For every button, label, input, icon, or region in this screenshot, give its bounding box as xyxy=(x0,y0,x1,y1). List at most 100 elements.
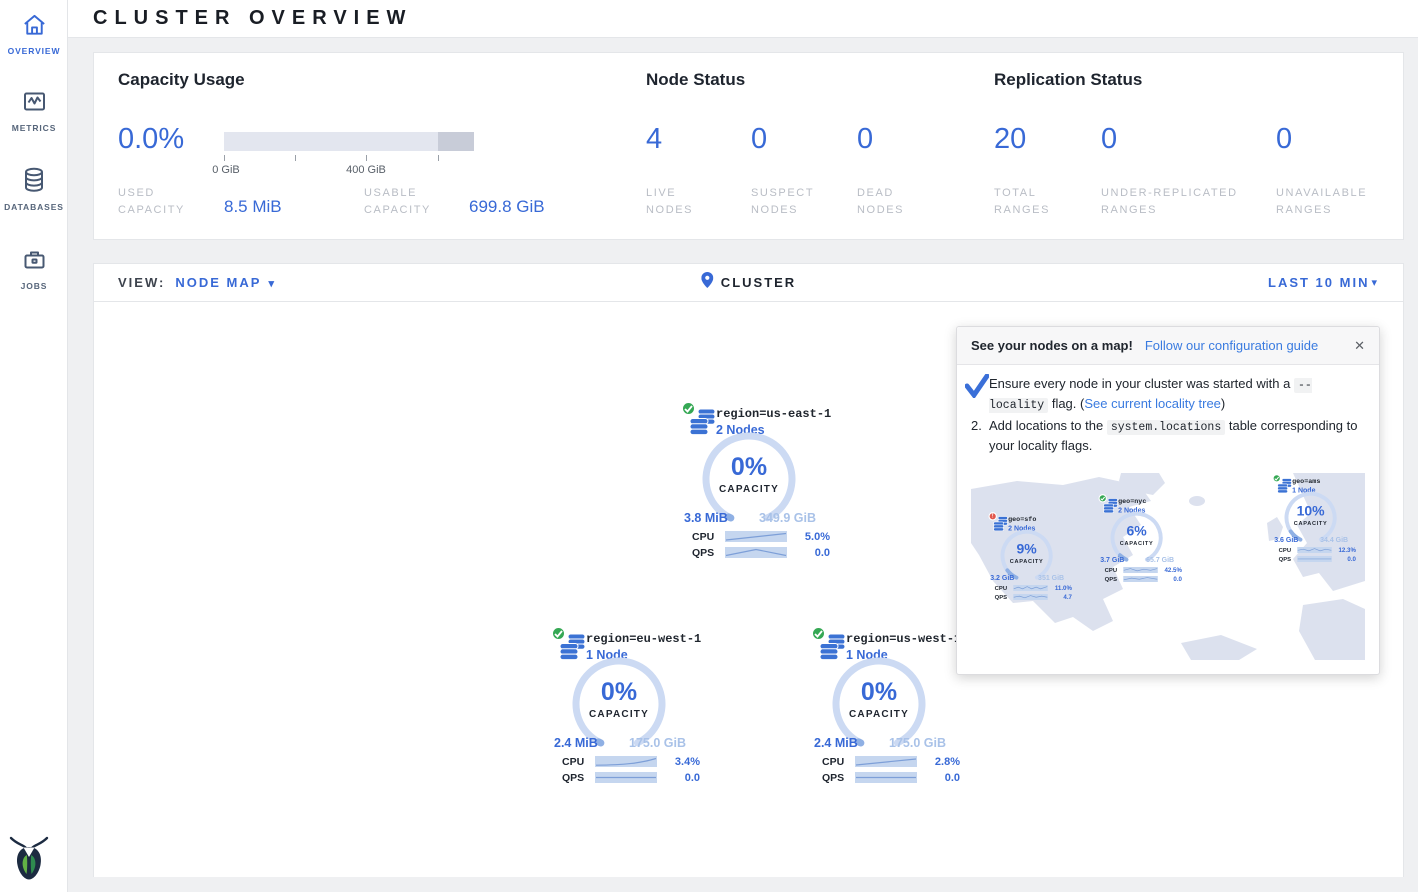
breadcrumb-cluster[interactable]: CLUSTER xyxy=(721,275,796,290)
status-ok-icon xyxy=(1099,494,1107,502)
qps-label: QPS xyxy=(822,772,855,784)
capacity-bar: 0 GiB 400 GiB xyxy=(224,132,474,151)
cluster-summary-card: Capacity Usage 0.0% 0 GiB 400 GiB USED C… xyxy=(93,52,1404,240)
locality-tree-link[interactable]: See current locality tree xyxy=(1084,396,1221,411)
briefcase-icon xyxy=(21,260,48,277)
setup-step-1: Ensure every node in your cluster was st… xyxy=(971,375,1365,414)
node-status-title: Node Status xyxy=(646,70,745,90)
chevron-down-icon: ▾ xyxy=(1371,276,1377,289)
qps-sparkline xyxy=(595,772,657,783)
sidebar-item-label: METRICS xyxy=(0,123,68,133)
cpu-sparkline xyxy=(855,756,917,767)
sidebar-item-label: JOBS xyxy=(0,281,68,291)
total-capacity: 175.0 GiB xyxy=(629,736,686,750)
cpu-sparkline xyxy=(725,531,787,542)
cpu-label: CPU xyxy=(822,756,855,768)
capacity-percent: 0% xyxy=(829,678,929,707)
map-pin-icon xyxy=(701,272,713,293)
home-icon xyxy=(21,25,48,42)
qps-sparkline xyxy=(855,772,917,783)
setup-step-2: 2. Add locations to the system.locations… xyxy=(971,417,1365,456)
status-ok-icon xyxy=(1273,474,1281,482)
live-nodes-value: 4 xyxy=(646,123,662,156)
used-capacity: 2.4 MiB xyxy=(554,736,598,750)
capacity-percent: 0% xyxy=(569,678,669,707)
total-ranges-label: TOTAL RANGES xyxy=(994,185,1074,219)
sidebar-item-databases[interactable]: DATABASES xyxy=(0,166,68,212)
node-map-card: VIEW: NODE MAP ▾ CLUSTER LAST 10 MIN ▾ xyxy=(93,263,1404,877)
capacity-caption: CAPACITY xyxy=(829,709,929,720)
system-locations-code: system.locations xyxy=(1107,420,1225,435)
cpu-value: 3.4% xyxy=(675,756,700,768)
qps-value: 0.0 xyxy=(945,772,960,784)
capacity-tick-0: 0 GiB xyxy=(212,164,240,176)
dead-nodes-value: 0 xyxy=(857,123,873,156)
configuration-guide-link[interactable]: Follow our configuration guide xyxy=(1145,338,1318,353)
status-ok-icon xyxy=(681,401,696,416)
cluster-overview-page: OVERVIEW METRICS DATABASES xyxy=(0,0,1418,892)
locality-label: region=us-east-1 xyxy=(716,407,831,421)
cpu-label: CPU xyxy=(562,756,595,768)
usable-capacity-label: USABLE CAPACITY xyxy=(364,185,459,219)
view-bar: VIEW: NODE MAP ▾ CLUSTER LAST 10 MIN ▾ xyxy=(94,264,1403,302)
usable-capacity-value: 699.8 GiB xyxy=(469,197,545,217)
metrics-icon xyxy=(21,102,48,119)
unavailable-ranges-value: 0 xyxy=(1276,123,1292,156)
database-icon xyxy=(21,181,47,198)
cpu-value: 5.0% xyxy=(805,531,830,543)
locality-label: region=us-west-1 xyxy=(846,632,961,646)
qps-value: 0.0 xyxy=(685,772,700,784)
sidebar: OVERVIEW METRICS DATABASES xyxy=(0,0,68,892)
live-nodes-label: LIVE NODES xyxy=(646,185,726,219)
page-header: CLUSTER OVERVIEW xyxy=(68,0,1418,38)
locality-label: geo=nyc xyxy=(1118,497,1146,505)
qps-sparkline xyxy=(725,547,787,558)
cockroach-logo[interactable] xyxy=(9,835,49,886)
used-capacity: 2.4 MiB xyxy=(814,736,858,750)
status-warning-icon: ! xyxy=(989,512,997,520)
view-label: VIEW: xyxy=(118,275,165,290)
cpu-label: CPU xyxy=(692,531,725,543)
locality-label: geo=sfo xyxy=(1008,515,1036,523)
unavailable-ranges-label: UNAVAILABLE RANGES xyxy=(1276,185,1396,219)
dead-nodes-label: DEAD NODES xyxy=(857,185,937,219)
popup-title: See your nodes on a map! xyxy=(971,338,1133,353)
cpu-sparkline xyxy=(595,756,657,767)
locality-label: geo=ams xyxy=(1292,477,1320,485)
under-replicated-ranges-value: 0 xyxy=(1101,123,1117,156)
capacity-caption: CAPACITY xyxy=(569,709,669,720)
cpu-value: 2.8% xyxy=(935,756,960,768)
sidebar-item-label: OVERVIEW xyxy=(0,46,68,56)
time-range-selector[interactable]: LAST 10 MIN ▾ xyxy=(1268,264,1377,301)
total-ranges-value: 20 xyxy=(994,123,1026,156)
sidebar-item-jobs[interactable]: JOBS xyxy=(0,246,68,291)
sidebar-item-overview[interactable]: OVERVIEW xyxy=(0,12,68,56)
check-icon xyxy=(965,374,989,404)
suspect-nodes-value: 0 xyxy=(751,123,767,156)
used-capacity-label: USED CAPACITY xyxy=(118,185,208,219)
sidebar-item-label: DATABASES xyxy=(0,202,68,212)
page-title: CLUSTER OVERVIEW xyxy=(93,7,412,30)
locality-label: region=eu-west-1 xyxy=(586,632,701,646)
qps-value: 0.0 xyxy=(815,547,830,559)
status-ok-icon xyxy=(551,626,566,641)
qps-label: QPS xyxy=(692,547,725,559)
close-icon[interactable]: ✕ xyxy=(1354,338,1365,354)
node-map-setup-popup: See your nodes on a map! Follow our conf… xyxy=(956,326,1380,675)
capacity-usage-title: Capacity Usage xyxy=(118,70,245,90)
capacity-tick-400: 400 GiB xyxy=(346,164,386,176)
chevron-down-icon: ▾ xyxy=(263,278,276,290)
sidebar-item-metrics[interactable]: METRICS xyxy=(0,88,68,133)
used-capacity-value: 8.5 MiB xyxy=(224,197,282,217)
under-replicated-ranges-label: UNDER-REPLICATED RANGES xyxy=(1101,185,1261,219)
view-selector[interactable]: NODE MAP ▾ xyxy=(175,275,276,290)
example-node-map-thumbnail: ! geo=sfo 2 Nodes 9% CAPACITY xyxy=(971,473,1365,660)
total-capacity: 175.0 GiB xyxy=(889,736,946,750)
capacity-bar-reserved-segment xyxy=(438,132,474,151)
suspect-nodes-label: SUSPECT NODES xyxy=(751,185,831,219)
used-capacity: 3.8 MiB xyxy=(684,511,728,525)
total-capacity: 349.9 GiB xyxy=(759,511,816,525)
replication-status-title: Replication Status xyxy=(994,70,1142,90)
status-ok-icon xyxy=(811,626,826,641)
capacity-caption: CAPACITY xyxy=(699,484,799,495)
